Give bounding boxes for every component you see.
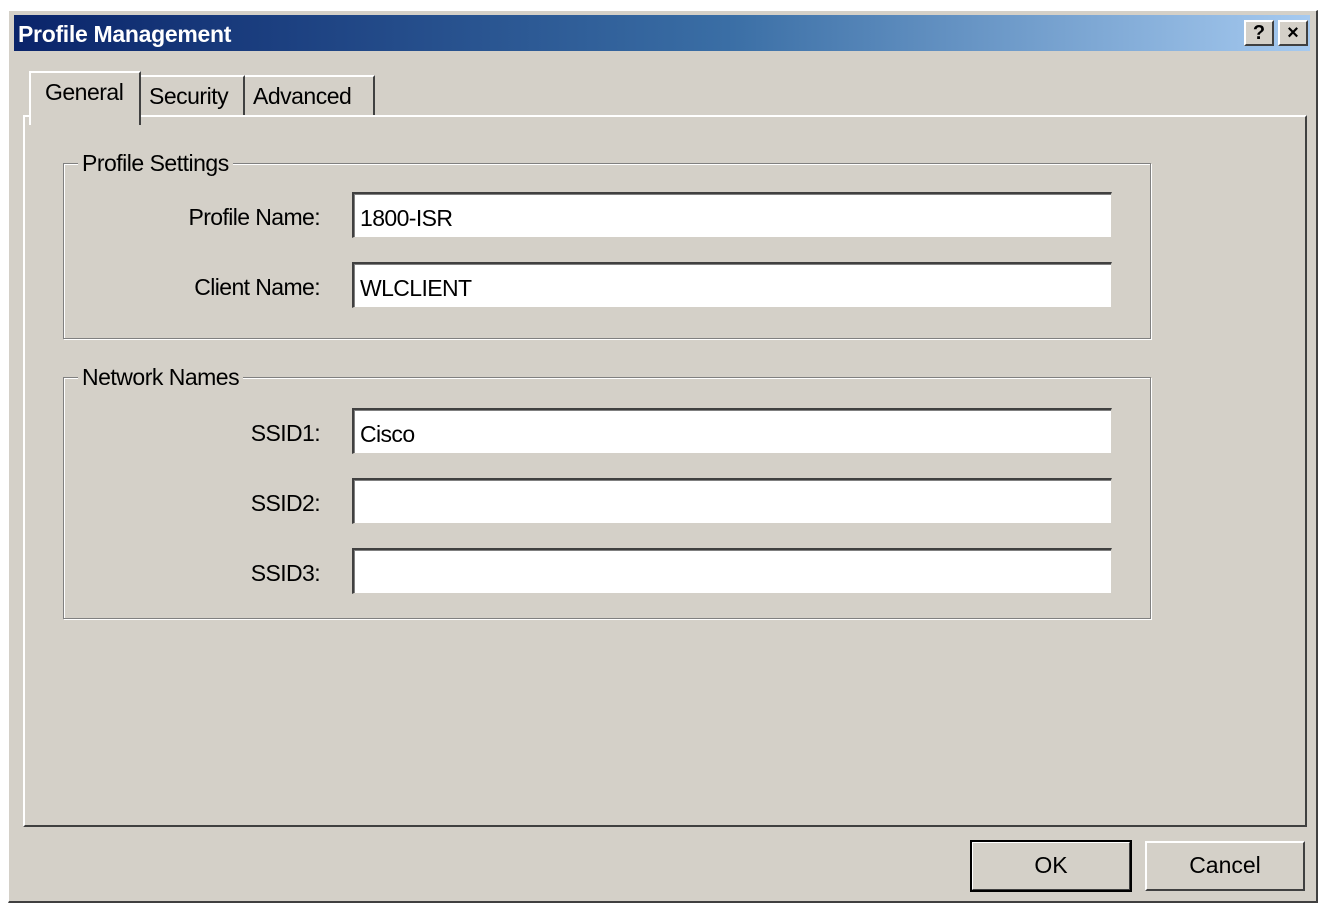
client-name-label: Client Name: (194, 274, 320, 300)
close-button[interactable]: × (1278, 20, 1308, 46)
network-names-legend: Network Names (78, 364, 244, 391)
window-title: Profile Management (18, 21, 232, 47)
client-name-input[interactable] (352, 262, 1112, 308)
profile-settings-legend: Profile Settings (78, 150, 233, 177)
profile-settings-group: Profile Settings Profile Name: Client Na… (63, 150, 1151, 339)
ok-button[interactable]: OK (970, 840, 1132, 892)
ssid1-input[interactable] (352, 408, 1112, 454)
ssid1-label: SSID1: (250, 420, 321, 446)
profile-name-label: Profile Name: (188, 204, 320, 230)
cancel-button[interactable]: Cancel (1145, 841, 1305, 891)
ssid3-label: SSID3: (250, 560, 321, 586)
tab-security[interactable]: Security (141, 75, 245, 115)
ssid2-input[interactable] (352, 478, 1112, 524)
help-button[interactable]: ? (1244, 20, 1274, 46)
general-tab-panel: Profile Settings Profile Name: Client Na… (23, 115, 1307, 827)
network-names-group: Network Names SSID1: SSID2: SSID3: (63, 364, 1151, 619)
title-bar[interactable]: Profile Management ? × (14, 15, 1310, 51)
tab-advanced[interactable]: Advanced (245, 75, 375, 115)
ssid2-label: SSID2: (250, 490, 321, 516)
ssid3-input[interactable] (352, 548, 1112, 594)
profile-name-input[interactable] (352, 192, 1112, 238)
tab-general[interactable]: General (29, 71, 141, 125)
profile-management-dialog: Profile Management ? × General Security … (8, 10, 1318, 903)
